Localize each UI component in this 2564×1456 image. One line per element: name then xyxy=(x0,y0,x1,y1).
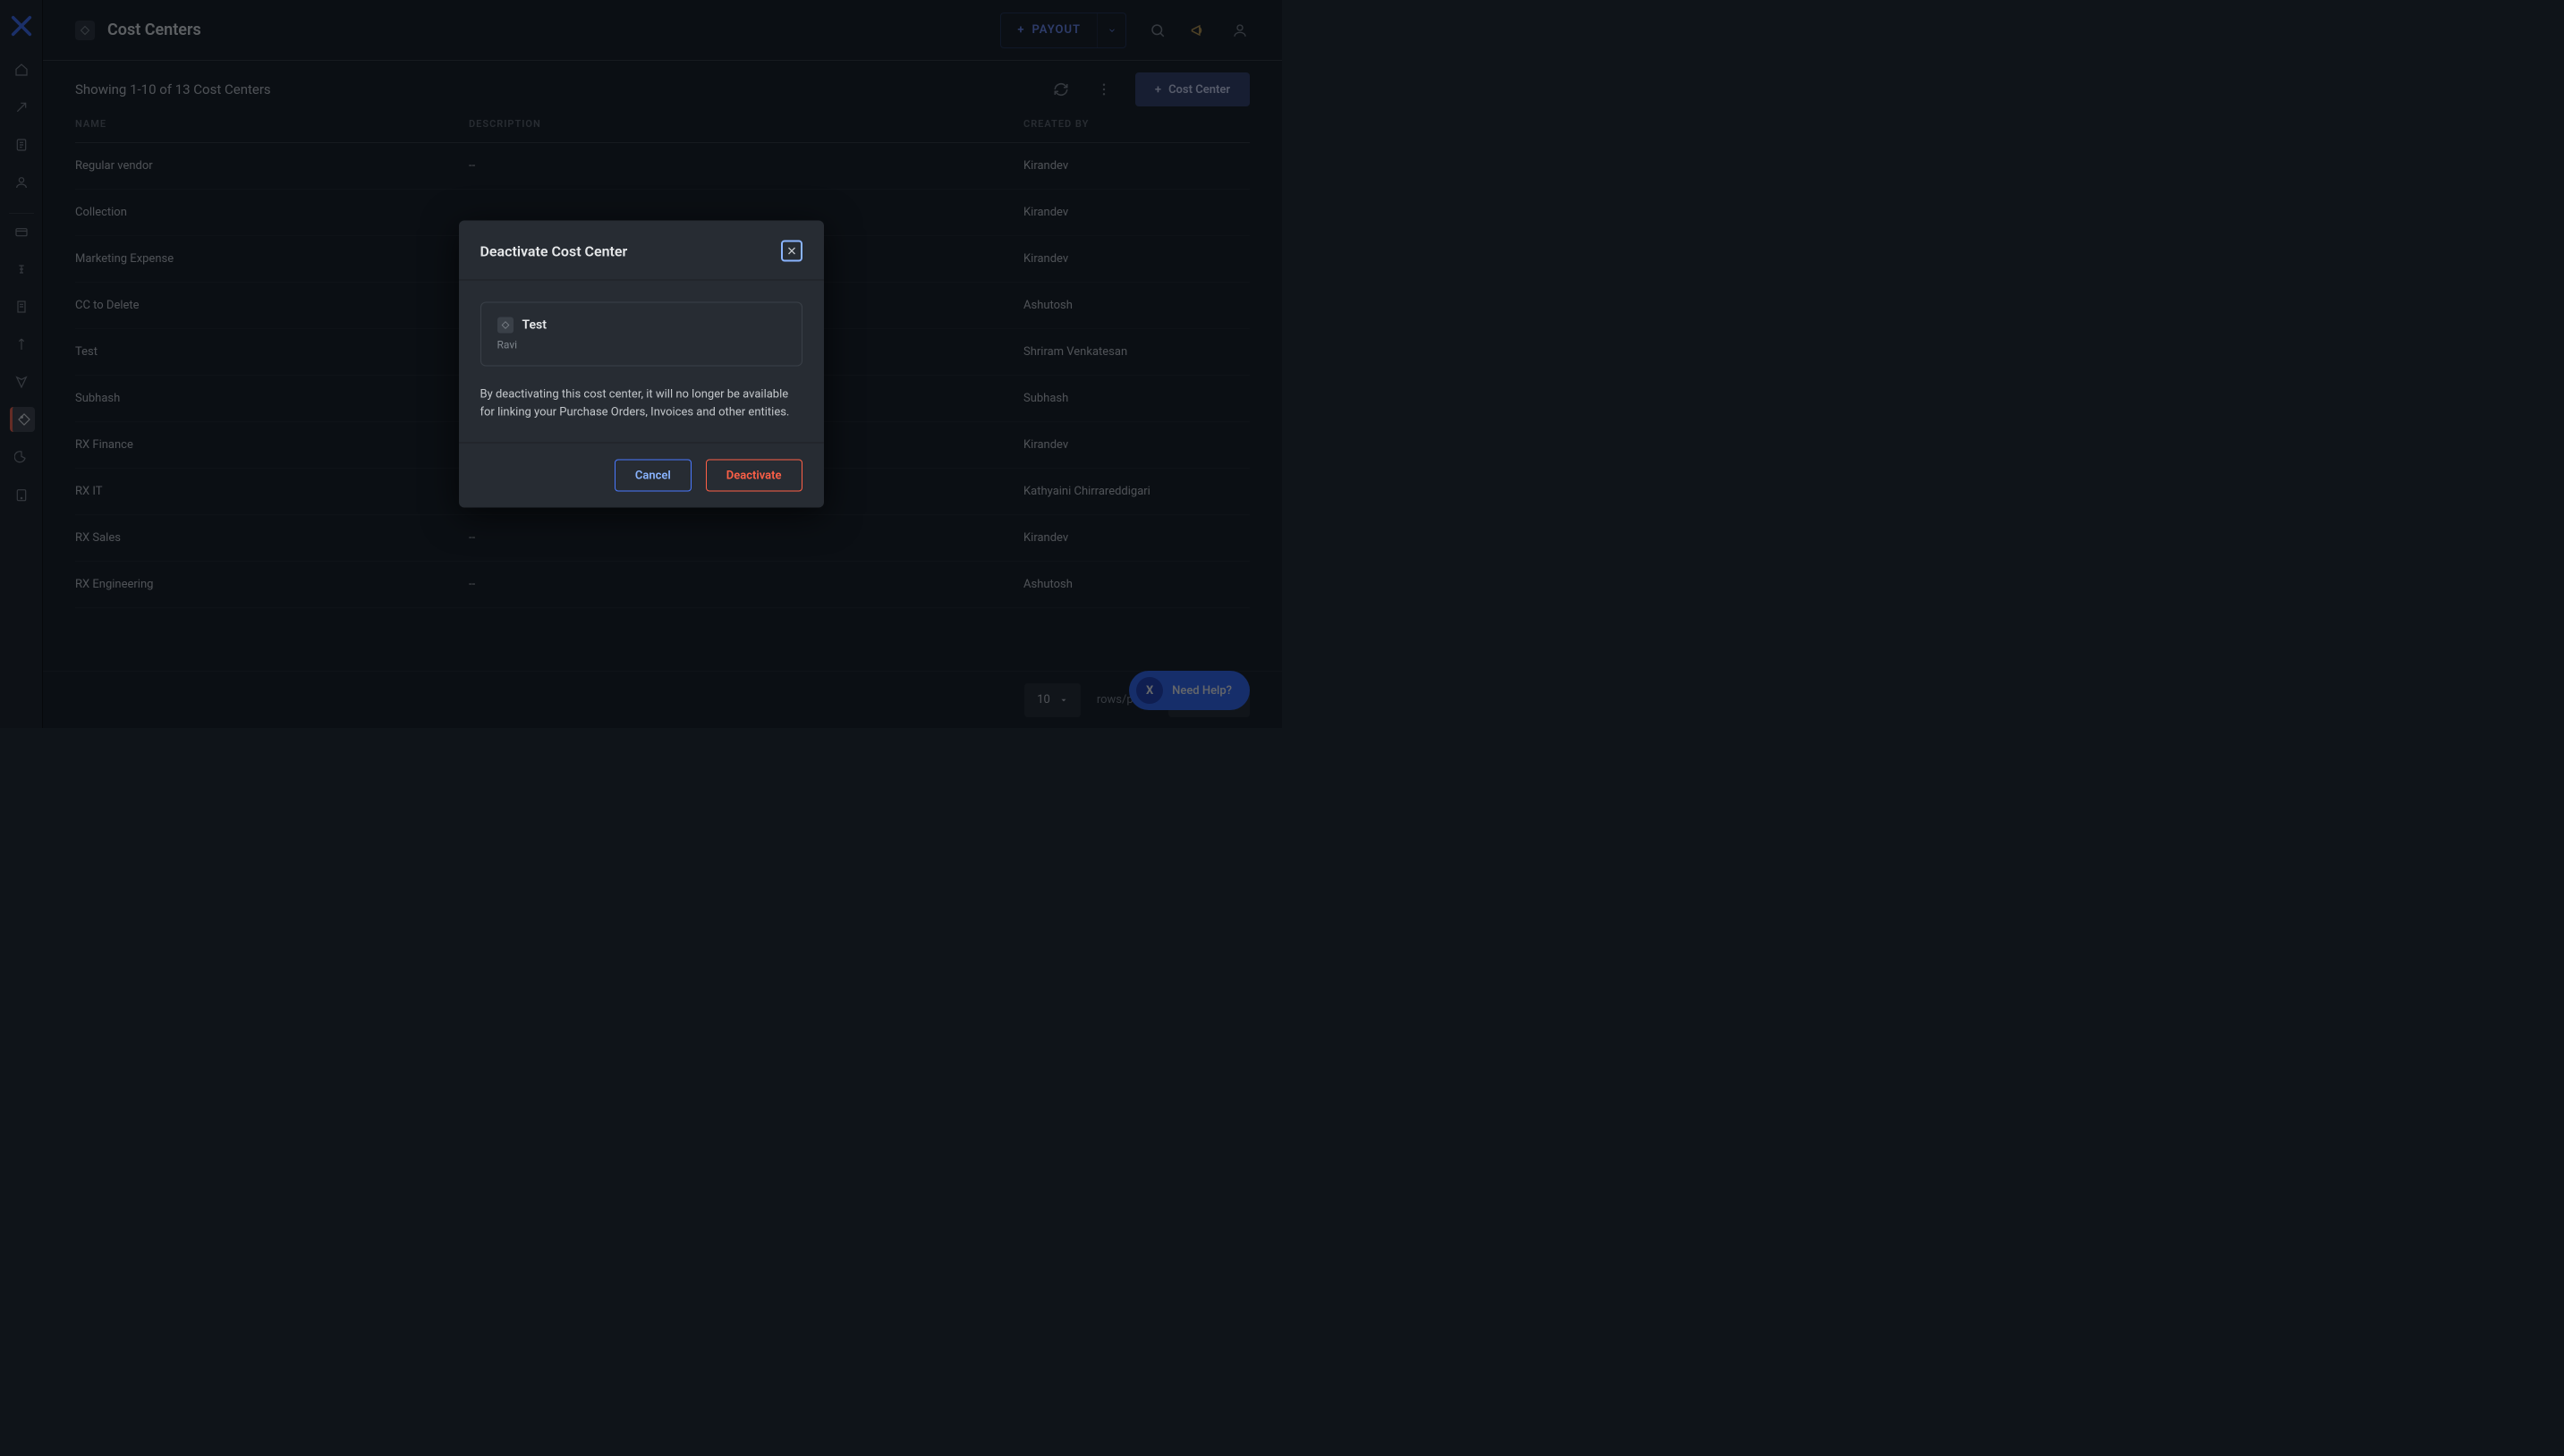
deactivate-button[interactable]: Deactivate xyxy=(706,460,802,492)
cost-center-card: Test Ravi xyxy=(480,302,802,367)
modal-body: Test Ravi By deactivating this cost cent… xyxy=(459,281,824,443)
deactivate-modal: Deactivate Cost Center Test Ravi By deac… xyxy=(459,221,824,508)
modal-title: Deactivate Cost Center xyxy=(480,242,628,259)
cost-center-creator: Ravi xyxy=(497,339,785,351)
modal-footer: Cancel Deactivate xyxy=(459,443,824,508)
modal-warning-text: By deactivating this cost center, it wil… xyxy=(480,386,802,421)
modal-header: Deactivate Cost Center xyxy=(459,221,824,281)
close-icon[interactable] xyxy=(781,241,802,262)
cancel-button[interactable]: Cancel xyxy=(615,460,692,492)
tag-icon xyxy=(497,317,514,334)
cost-center-name: Test xyxy=(522,318,547,333)
